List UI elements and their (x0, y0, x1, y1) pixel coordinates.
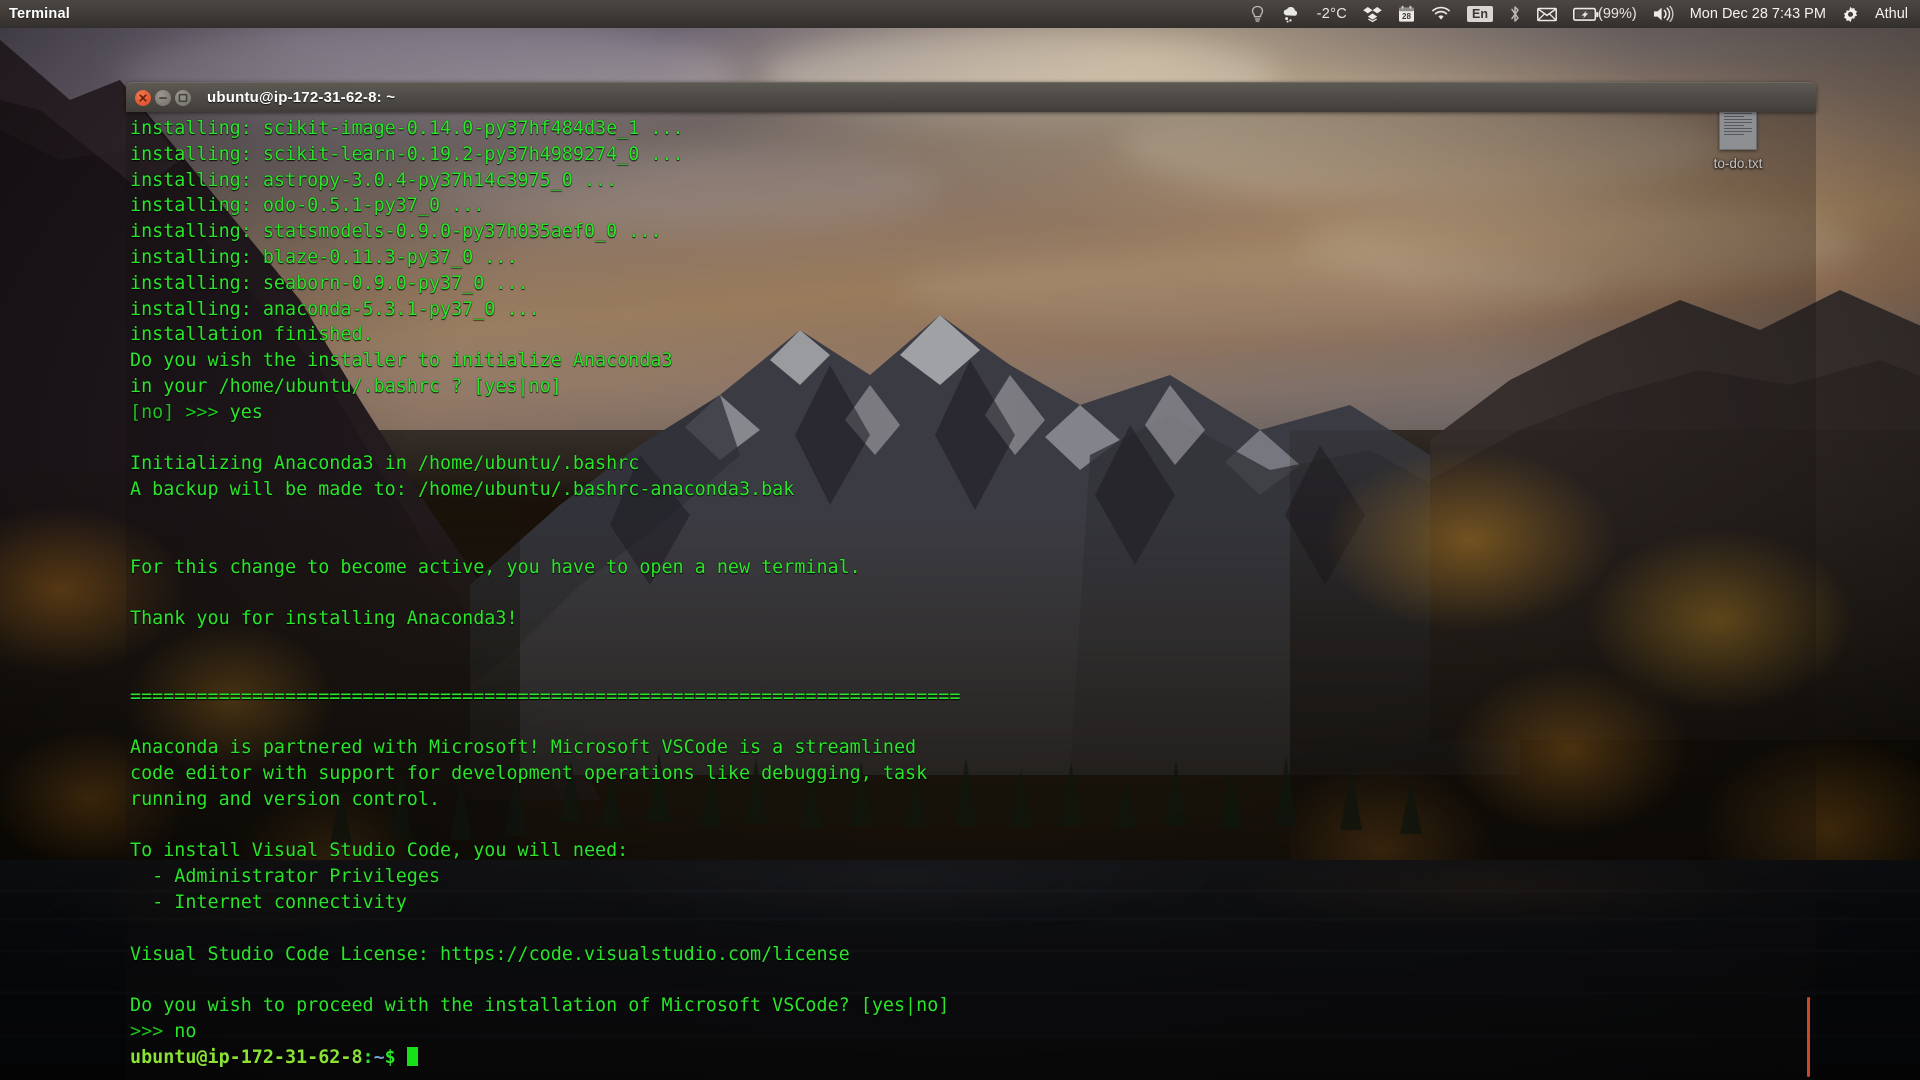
terminal-line: code editor with support for development… (130, 762, 928, 784)
bluetooth-icon[interactable] (1509, 5, 1521, 23)
terminal-line: - Administrator Privileges (130, 866, 441, 888)
terminal-scrollbar[interactable] (1807, 112, 1810, 1080)
terminal-title-text: ubuntu@ip-172-31-62-8: ~ (207, 89, 396, 106)
terminal-line: installing: blaze-0.11.3-py37_0 ... (130, 246, 518, 268)
terminal-line: Do you wish to proceed with the installa… (130, 995, 950, 1017)
close-icon[interactable] (135, 89, 151, 106)
keyboard-layout-indicator[interactable]: En (1467, 6, 1494, 22)
terminal-titlebar[interactable]: ubuntu@ip-172-31-62-8: ~ (126, 82, 1816, 112)
panel-app-title[interactable]: Terminal (9, 6, 70, 22)
terminal-cursor (406, 1046, 418, 1066)
speaker-icon[interactable] (1653, 6, 1674, 22)
terminal-prompt-line[interactable]: ubuntu@ip-172-31-62-8:~$ (130, 1045, 1816, 1071)
terminal-line: Thank you for installing Anaconda3! (130, 608, 518, 630)
terminal-line: installation finished. (130, 324, 374, 346)
prompt-user-host: ubuntu@ip-172-31-62-8 (130, 1046, 363, 1068)
minimize-icon[interactable] (155, 89, 171, 106)
battery-icon[interactable] (1573, 7, 1599, 22)
prompt-separator: : (362, 1046, 374, 1068)
maximize-icon[interactable] (175, 89, 191, 106)
dropbox-icon[interactable] (1363, 5, 1382, 23)
terminal-line: Anaconda is partnered with Microsoft! Mi… (130, 737, 917, 759)
top-panel: Terminal -2°C 28 En (99%) Mon Dec 28 7:4… (0, 0, 1920, 28)
terminal-line: installing: scikit-image-0.14.0-py37hf48… (130, 118, 684, 139)
terminal-body[interactable]: installing: scikit-image-0.14.0-py37hf48… (126, 112, 1816, 1080)
weather-icon[interactable] (1281, 5, 1301, 23)
terminal-line: Do you wish the installer to initialize … (130, 350, 673, 372)
prompt-sigil: $ (384, 1046, 396, 1068)
terminal-line: running and version control. (130, 788, 441, 810)
clock[interactable]: Mon Dec 28 7:43 PM (1690, 6, 1826, 22)
terminal-line: installing: odo-0.5.1-py37_0 ... (130, 195, 485, 217)
terminal-output: installing: scikit-image-0.14.0-py37hf48… (128, 116, 1816, 1070)
terminal-line: installing: statsmodels-0.9.0-py37h035ae… (130, 221, 662, 243)
bulb-icon[interactable] (1250, 5, 1265, 23)
svg-text:28: 28 (1402, 12, 1411, 21)
terminal-line: installing: seaborn-0.9.0-py37_0 ... (130, 272, 529, 294)
wifi-icon[interactable] (1431, 6, 1451, 22)
terminal-line: Initializing Anaconda3 in /home/ubuntu/.… (130, 453, 640, 475)
terminal-line: in your /home/ubuntu/.bashrc ? [yes|no] (130, 375, 562, 397)
terminal-line: A backup will be made to: /home/ubuntu/.… (130, 479, 795, 501)
terminal-window[interactable]: ubuntu@ip-172-31-62-8: ~ installing: sci… (126, 82, 1816, 1080)
terminal-line: [no] >>> yes (130, 401, 263, 423)
temperature-label[interactable]: -2°C (1317, 6, 1347, 22)
prompt-path: ~ (373, 1046, 385, 1068)
terminal-line: For this change to become active, you ha… (130, 556, 861, 578)
terminal-line: installing: astropy-3.0.4-py37h14c3975_0… (130, 169, 618, 191)
scrollbar-thumb[interactable] (1807, 997, 1810, 1077)
terminal-line: >>> no (130, 1020, 197, 1042)
messaging-icon[interactable] (1537, 7, 1557, 22)
terminal-line: installing: scikit-learn-0.19.2-py37h498… (130, 143, 684, 165)
gear-icon[interactable] (1842, 6, 1859, 23)
username-label[interactable]: Athul (1875, 6, 1908, 22)
terminal-line: Visual Studio Code License: https://code… (130, 943, 850, 965)
terminal-line: To install Visual Studio Code, you will … (130, 840, 629, 862)
system-tray: -2°C 28 En (99%) Mon Dec 28 7:43 PM Athu… (1242, 0, 1920, 28)
battery-percent-label[interactable]: (99%) (1598, 6, 1637, 22)
terminal-line: - Internet connectivity (130, 891, 407, 913)
terminal-line: ========================================… (130, 685, 961, 707)
terminal-line: installing: anaconda-5.3.1-py37_0 ... (130, 298, 540, 320)
calendar-icon[interactable]: 28 (1398, 5, 1415, 23)
